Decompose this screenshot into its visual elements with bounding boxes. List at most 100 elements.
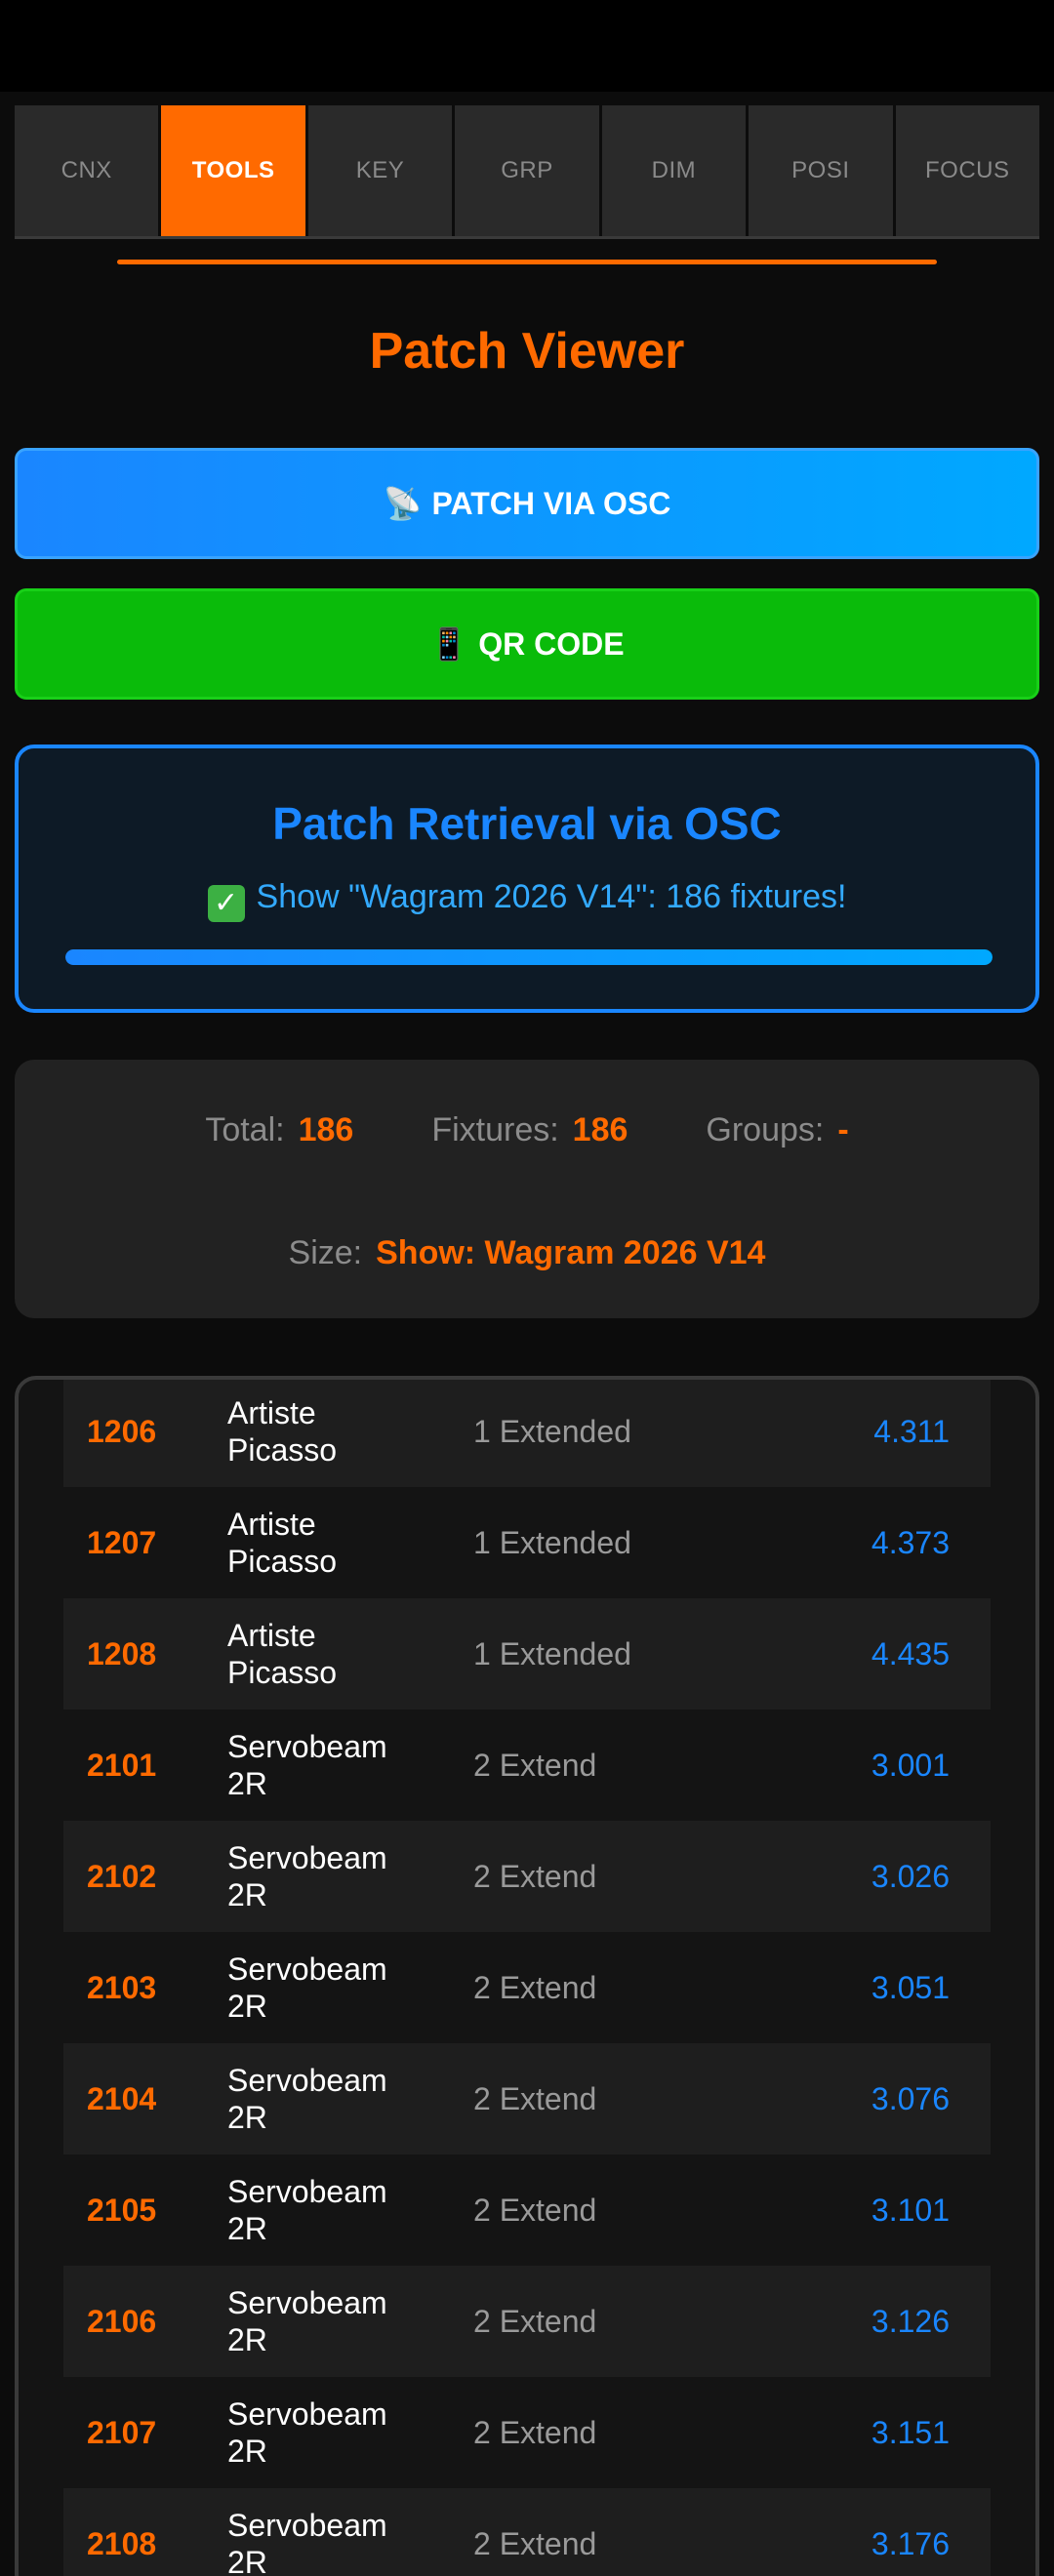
fixture-id: 2108 bbox=[87, 2525, 157, 2561]
fixture-mode: 2 Extend bbox=[473, 1969, 597, 2005]
fixture-name: Artiste Picasso bbox=[227, 1394, 473, 1469]
fixture-address: 3.026 bbox=[871, 1858, 950, 1894]
fixture-name-line: Artiste bbox=[227, 1507, 316, 1542]
patch-via-osc-label: PATCH VIA OSC bbox=[431, 485, 671, 521]
patch-table[interactable]: 1206 Artiste Picasso 1 Extended 4.311 1207 Art… bbox=[15, 1376, 1039, 2576]
stat-total: Total: 186 bbox=[205, 1111, 353, 1149]
tab-cnx[interactable]: CNX bbox=[15, 105, 159, 236]
stat-total-label: Total: bbox=[205, 1110, 285, 1148]
fixture-address: 3.001 bbox=[871, 1747, 950, 1783]
fixture-address: 4.311 bbox=[873, 1413, 950, 1449]
stat-groups: Groups: - bbox=[706, 1111, 848, 1149]
fixture-id: 1206 bbox=[87, 1413, 157, 1449]
table-row[interactable]: 1206 Artiste Picasso 1 Extended 4.311 bbox=[63, 1380, 991, 1487]
stat-groups-label: Groups: bbox=[706, 1110, 825, 1148]
stat-groups-value: - bbox=[837, 1110, 849, 1148]
table-row[interactable]: 2106 Servobeam 2R 2 Extend 3.126 bbox=[63, 2266, 991, 2377]
stat-size: Size: Show: Wagram 2026 V14 bbox=[289, 1234, 766, 1272]
stat-fixtures-value: 186 bbox=[572, 1110, 628, 1148]
fixture-address: 3.126 bbox=[871, 2303, 950, 2339]
fixture-name-line: Picasso bbox=[227, 1544, 338, 1579]
fixture-name-line: 2R bbox=[227, 2322, 267, 2357]
fixture-mode: 2 Extend bbox=[473, 2414, 597, 2450]
tab-posi[interactable]: POSI bbox=[749, 105, 893, 236]
fixture-mode: 1 Extended bbox=[473, 1524, 631, 1560]
fixture-id: 2107 bbox=[87, 2414, 157, 2450]
fixture-name-line: 2R bbox=[227, 1877, 267, 1912]
fixture-name-line: Servobeam bbox=[227, 2285, 387, 2320]
fixture-name: Servobeam 2R bbox=[227, 1951, 473, 2025]
tab-bar: CNX TOOLS KEY GRP DIM POSI FOCUS bbox=[15, 105, 1039, 239]
fixture-name: Servobeam 2R bbox=[227, 2062, 473, 2136]
fixture-id: 2104 bbox=[87, 2080, 157, 2116]
fixture-name-line: 2R bbox=[227, 2211, 267, 2246]
fixture-mode: 1 Extended bbox=[473, 1635, 631, 1671]
fixture-address: 3.176 bbox=[871, 2525, 950, 2561]
tab-grp[interactable]: GRP bbox=[455, 105, 599, 236]
table-row[interactable]: 1208 Artiste Picasso 1 Extended 4.435 bbox=[63, 1598, 991, 1710]
fixture-mode: 2 Extend bbox=[473, 2303, 597, 2339]
fixture-name: Servobeam 2R bbox=[227, 2173, 473, 2247]
fixture-id: 2106 bbox=[87, 2303, 157, 2339]
fixture-id: 2103 bbox=[87, 1969, 157, 2005]
qr-code-button[interactable]: 📱 QR CODE bbox=[15, 588, 1039, 700]
fixture-name-line: Artiste bbox=[227, 1395, 316, 1430]
fixture-id: 1208 bbox=[87, 1635, 157, 1671]
tab-tools[interactable]: TOOLS bbox=[161, 105, 305, 236]
page-title: Patch Viewer bbox=[369, 323, 685, 380]
progress-bar bbox=[65, 949, 993, 965]
fixture-id: 2101 bbox=[87, 1747, 157, 1783]
osc-retrieval-panel: Patch Retrieval via OSC ✓ Show "Wagram 20… bbox=[15, 745, 1039, 1013]
fixture-name-line: Artiste bbox=[227, 1618, 316, 1653]
fixture-mode: 1 Extended bbox=[473, 1413, 631, 1449]
table-row[interactable]: 2102 Servobeam 2R 2 Extend 3.026 bbox=[63, 1821, 991, 1932]
fixture-id: 2102 bbox=[87, 1858, 157, 1894]
fixture-name-line: 2R bbox=[227, 1766, 267, 1801]
fixture-address: 3.051 bbox=[871, 1969, 950, 2005]
table-row[interactable]: 2107 Servobeam 2R 2 Extend 3.151 bbox=[63, 2377, 991, 2488]
fixture-address: 4.373 bbox=[871, 1524, 950, 1560]
stats-counts-row: Total: 186 Fixtures: 186 Groups: - bbox=[15, 1101, 1039, 1159]
fixture-address: 3.101 bbox=[871, 2192, 950, 2228]
fixture-mode: 2 Extend bbox=[473, 1858, 597, 1894]
qr-code-label: QR CODE bbox=[478, 625, 625, 662]
table-row[interactable]: 2101 Servobeam 2R 2 Extend 3.001 bbox=[63, 1710, 991, 1821]
stat-size-label: Size: bbox=[288, 1233, 363, 1271]
table-row[interactable]: 2105 Servobeam 2R 2 Extend 3.101 bbox=[63, 2154, 991, 2266]
osc-status-text: Show "Wagram 2026 V14": 186 fixtures! bbox=[256, 878, 847, 915]
fixture-address: 3.151 bbox=[871, 2414, 950, 2450]
fixture-name-line: Servobeam bbox=[227, 2508, 387, 2543]
fixture-name-line: Servobeam bbox=[227, 2396, 387, 2432]
status-bar bbox=[0, 0, 1054, 92]
fixture-mode: 2 Extend bbox=[473, 1747, 597, 1783]
fixture-name-line: Picasso bbox=[227, 1655, 338, 1690]
tab-dim[interactable]: DIM bbox=[601, 105, 747, 236]
stat-size-value: Show: Wagram 2026 V14 bbox=[376, 1233, 766, 1271]
fixture-name-line: Servobeam bbox=[227, 2174, 387, 2209]
fixture-name-line: 2R bbox=[227, 1989, 267, 2024]
table-row[interactable]: 2103 Servobeam 2R 2 Extend 3.051 bbox=[63, 1932, 991, 2043]
patch-via-osc-button[interactable]: 📡 PATCH VIA OSC bbox=[15, 448, 1039, 559]
fixture-name-line: Servobeam bbox=[227, 1840, 387, 1875]
fixture-mode: 2 Extend bbox=[473, 2192, 597, 2228]
satellite-antenna-icon: 📡 bbox=[383, 486, 423, 521]
mobile-phone-icon: 📱 bbox=[429, 626, 469, 662]
fixture-id: 2105 bbox=[87, 2192, 157, 2228]
stats-size-row: Size: Show: Wagram 2026 V14 bbox=[15, 1224, 1039, 1282]
tab-key[interactable]: KEY bbox=[307, 105, 453, 236]
table-row[interactable]: 2108 Servobeam 2R 2 Extend 3.176 bbox=[63, 2488, 991, 2576]
fixture-mode: 2 Extend bbox=[473, 2525, 597, 2561]
table-row[interactable]: 1207 Artiste Picasso 1 Extended 4.373 bbox=[63, 1487, 991, 1598]
patch-table-body: 1206 Artiste Picasso 1 Extended 4.311 1207 Art… bbox=[63, 1380, 991, 2576]
fixture-name: Servobeam 2R bbox=[227, 2395, 473, 2470]
fixture-mode: 2 Extend bbox=[473, 2080, 597, 2116]
patch-viewer-screen: CNX TOOLS KEY GRP DIM POSI FOCUS Patch Viewer … bbox=[0, 0, 1054, 2576]
fixture-name: Servobeam 2R bbox=[227, 2284, 473, 2358]
fixture-id: 1207 bbox=[87, 1524, 157, 1560]
stat-total-value: 186 bbox=[298, 1110, 354, 1148]
fixture-address: 3.076 bbox=[871, 2080, 950, 2116]
table-row[interactable]: 2104 Servobeam 2R 2 Extend 3.076 bbox=[63, 2043, 991, 2154]
progress-fill bbox=[65, 949, 993, 965]
tab-underline bbox=[117, 260, 937, 264]
tab-focus[interactable]: FOCUS bbox=[895, 105, 1039, 236]
